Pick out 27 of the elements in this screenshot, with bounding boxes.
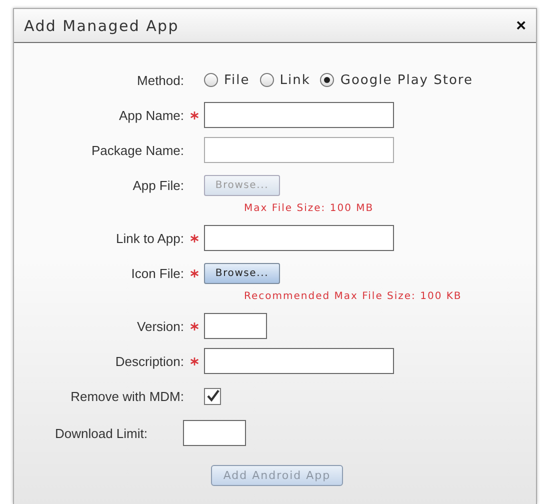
input-field[interactable]: [204, 102, 394, 128]
input-field[interactable]: [204, 313, 267, 339]
field-label: Download Limit:: [55, 426, 148, 440]
field-label: App Name:: [118, 108, 184, 122]
radio-button[interactable]: [260, 73, 274, 87]
option-label[interactable]: Google Play Store: [340, 72, 473, 88]
input-field[interactable]: [183, 420, 246, 446]
size-note: Max File Size: 100 MB: [244, 203, 375, 214]
option-label[interactable]: File: [224, 72, 250, 88]
size-note: Recommended Max File Size: 100 KB: [244, 291, 463, 302]
option-label[interactable]: Link: [280, 72, 310, 88]
field-label: Version:: [136, 318, 184, 334]
input-field[interactable]: [204, 348, 394, 374]
close-button[interactable]: ×: [516, 17, 526, 34]
field-label: Link to App:: [115, 230, 184, 246]
browse-button[interactable]: Browse...: [204, 262, 280, 284]
checkbox[interactable]: [204, 388, 221, 404]
dialog-title: Add Managed App: [24, 16, 179, 34]
field-label: Remove with MDM:: [70, 388, 184, 404]
radio-button[interactable]: [320, 73, 334, 87]
field-label: Method:: [136, 72, 184, 88]
field-label: App File:: [132, 178, 184, 192]
radio-button[interactable]: [204, 73, 218, 87]
field-label: Icon File:: [130, 266, 184, 280]
input-field[interactable]: [204, 225, 394, 251]
field-label: Package Name:: [90, 142, 184, 158]
field-label: Description:: [114, 354, 184, 368]
